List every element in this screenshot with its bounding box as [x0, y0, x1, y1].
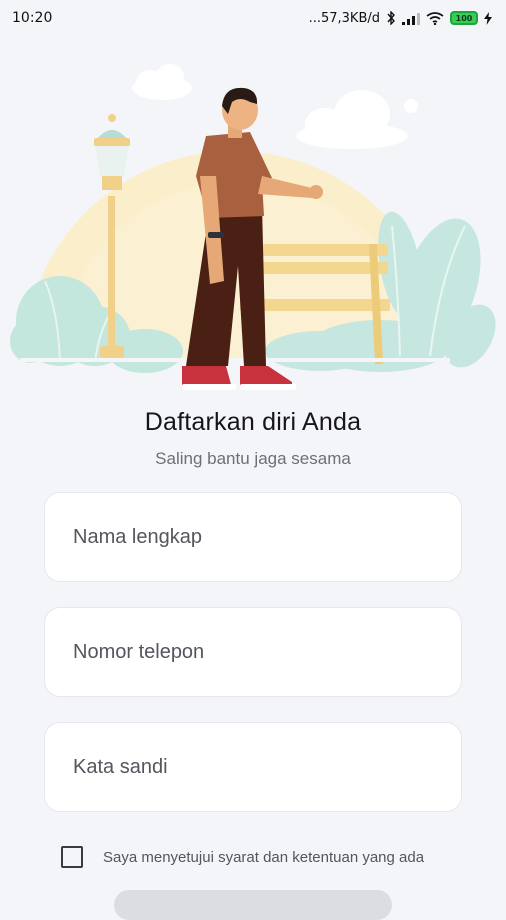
register-button[interactable]	[114, 890, 392, 920]
charging-icon	[484, 11, 492, 25]
full-name-input[interactable]	[45, 493, 461, 581]
cloud-right	[296, 90, 408, 149]
page-subtitle: Saling bantu jaga sesama	[155, 449, 351, 468]
password-field[interactable]	[44, 722, 462, 812]
bluetooth-icon	[386, 11, 396, 25]
terms-agreement[interactable]: Saya menyetujui syarat dan ketentuan yan…	[61, 846, 424, 868]
man-with-bench-illustration	[0, 36, 506, 396]
cloud-left	[132, 64, 192, 100]
terms-label: Saya menyetujui syarat dan ketentuan yan…	[103, 848, 425, 866]
wifi-icon	[426, 11, 444, 25]
status-time: 10:20	[12, 10, 53, 26]
phone-input[interactable]	[45, 608, 461, 696]
status-bar: 10:20 ...57,3KB/d 100	[0, 0, 506, 36]
full-name-field[interactable]	[44, 492, 462, 582]
terms-checkbox[interactable]	[61, 846, 83, 868]
network-speed: ...57,3KB/d	[308, 10, 380, 26]
phone-field[interactable]	[44, 607, 462, 697]
page-title: Daftarkan diri Anda	[144, 408, 362, 436]
status-icons: ...57,3KB/d 100	[309, 11, 492, 26]
battery-icon: 100	[450, 11, 478, 25]
password-input[interactable]	[45, 723, 461, 811]
signal-icon	[402, 12, 420, 25]
